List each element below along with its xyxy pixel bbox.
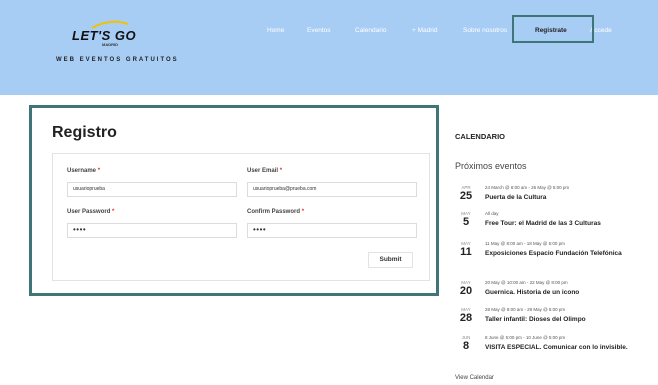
event-time: All day [485,211,499,216]
nav-sobre-nosotros[interactable]: Sobre nosotros [463,27,507,34]
logo-subtext: MADRID [102,42,118,47]
confirm-password-field[interactable]: •••• [247,223,417,238]
required-mark: * [279,168,283,174]
username-field[interactable]: usuarioprueba [67,182,237,197]
event-day: 8 [462,340,470,352]
event-day: 25 [459,190,473,202]
required-mark: * [97,168,101,174]
event-title-link[interactable]: VISITA ESPECIAL. Comunicar con lo invisi… [485,343,635,352]
event-time: 11 May @ 8:00 am - 18 May @ 5:00 pm [485,241,565,246]
event-title-link[interactable]: Guernica. Historia de un icono [485,288,635,297]
upcoming-events-heading: Próximos eventos [455,161,527,171]
view-calendar-link[interactable]: View Calendar [455,375,494,381]
confirm-password-label: Confirm Password * [247,209,305,215]
event-title-link[interactable]: Free Tour: el Madrid de las 3 Culturas [485,219,635,228]
page-title: Registro [52,124,117,141]
nav-eventos[interactable]: Eventos [307,27,331,34]
username-label: Username * [67,168,101,174]
event-time: 24 March @ 8:00 am - 26 May @ 5:00 pm [485,185,570,190]
required-mark: * [301,209,305,215]
email-field[interactable]: usuarioprueba@prueba.com [247,182,417,197]
event-time: 20 May @ 10:00 am - 22 May @ 8:00 pm [485,280,568,285]
nav-calendario[interactable]: Calendario [355,27,386,34]
required-mark: * [112,209,115,215]
email-label: User Email * [247,168,283,174]
nav-home[interactable]: Home [267,27,284,34]
nav-mas-madrid[interactable]: + Madrid [412,27,437,34]
event-day: 11 [460,246,472,258]
event-title-link[interactable]: Puerta de la Cultura [485,193,635,202]
event-day: 20 [459,285,473,297]
submit-button[interactable]: Submit [368,252,413,268]
event-time: 8 June @ 5:00 pm - 10 June @ 5:00 pm [485,335,566,340]
sidebar-title: CALENDARIO [455,132,505,141]
event-day: 5 [462,216,470,228]
event-time: 28 May @ 8:00 am - 29 May @ 5:00 pm [485,307,566,312]
active-nav-highlight [512,15,594,43]
site-header: LET'S GO MADRID WEB EVENTOS GRATUITOS Ho… [0,0,658,95]
event-title-link[interactable]: Taller infantil: Dioses del Olimpo [485,315,635,324]
site-tagline: WEB EVENTOS GRATUITOS [56,57,179,63]
password-field[interactable]: •••• [67,223,237,238]
password-label: User Password * [67,209,115,215]
event-day: 28 [459,312,473,324]
event-title-link[interactable]: Exposiciones Espacio Fundación Telefónic… [485,249,635,258]
